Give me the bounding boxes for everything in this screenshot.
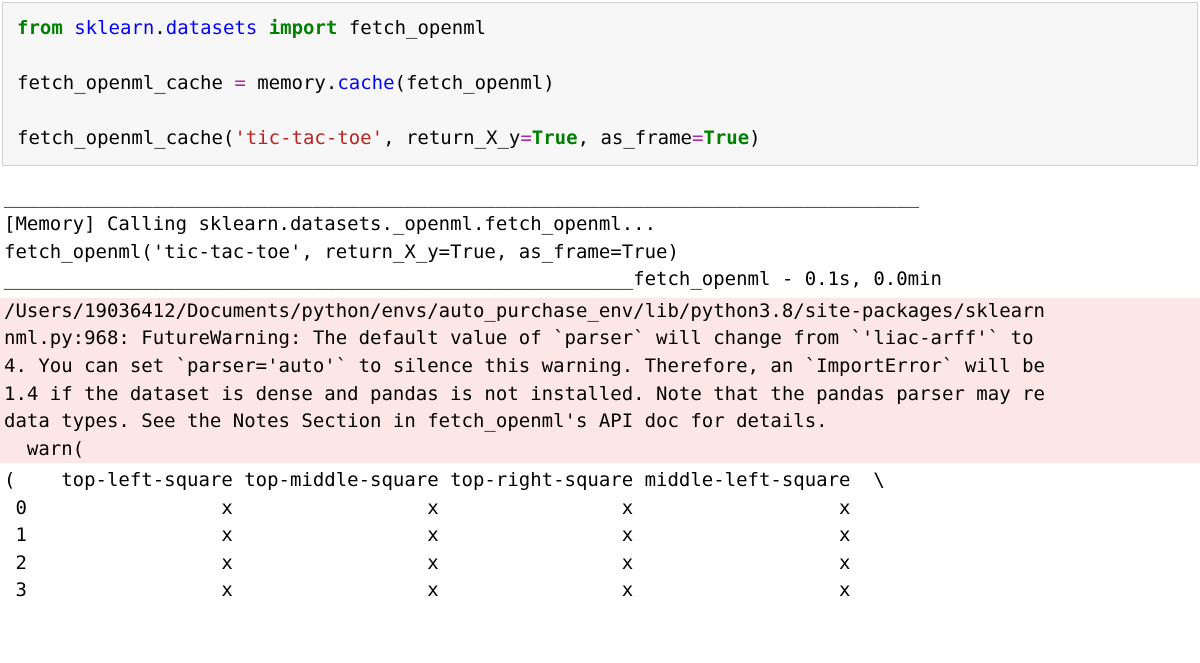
call-repr-line: fetch_openml('tic-tac-toe', return_X_y=T… xyxy=(4,241,679,263)
keyword-import: import xyxy=(269,17,338,39)
table-row: 0 x x x x xyxy=(4,497,885,519)
dot: . xyxy=(154,17,165,39)
space xyxy=(337,17,348,39)
lhs: fetch_openml_cache xyxy=(17,72,234,94)
call-rest: (fetch_openml) xyxy=(395,72,555,94)
operator-eq: = xyxy=(234,72,245,94)
dot: . xyxy=(326,72,337,94)
call-open: fetch_openml_cache( xyxy=(17,127,234,149)
stdout-output: ________________________________________… xyxy=(0,184,1200,294)
warning-line: 1.4 if the dataset is dense and pandas i… xyxy=(4,383,1045,405)
timing-rule-line: ________________________________________… xyxy=(4,268,942,290)
table-row: 3 x x x x xyxy=(4,579,885,601)
operator-eq: = xyxy=(520,127,531,149)
memory-log-line: [Memory] Calling sklearn.datasets._openm… xyxy=(4,213,656,235)
warning-line: 4. You can set `parser='auto'` to silenc… xyxy=(4,355,1045,377)
sep: , return_X_y xyxy=(383,127,520,149)
warning-line: nml.py:968: FutureWarning: The default v… xyxy=(4,327,1045,349)
space xyxy=(257,17,268,39)
dataframe-header: ( top-left-square top-middle-square top-… xyxy=(4,469,885,491)
true-literal: True xyxy=(532,127,578,149)
stderr-warning: /Users/19036412/Documents/python/envs/au… xyxy=(0,298,1200,463)
sep: , as_frame xyxy=(578,127,692,149)
warning-line: /Users/19036412/Documents/python/envs/au… xyxy=(4,300,1045,322)
module-datasets: datasets xyxy=(166,17,258,39)
warning-line: data types. See the Notes Section in fet… xyxy=(4,410,828,432)
call-close: ) xyxy=(749,127,760,149)
true-literal: True xyxy=(703,127,749,149)
import-name: fetch_openml xyxy=(349,17,486,39)
rhs-obj: memory xyxy=(246,72,326,94)
rule-line: ________________________________________… xyxy=(4,186,919,208)
keyword-from: from xyxy=(17,17,63,39)
string-arg: 'tic-tac-toe' xyxy=(234,127,383,149)
table-row: 1 x x x x xyxy=(4,524,885,546)
space xyxy=(63,17,74,39)
module-sklearn: sklearn xyxy=(74,17,154,39)
result-output: ( top-left-square top-middle-square top-… xyxy=(0,467,1200,605)
table-row: 2 x x x x xyxy=(4,552,885,574)
operator-eq: = xyxy=(692,127,703,149)
code-input-cell: from sklearn.datasets import fetch_openm… xyxy=(2,2,1198,166)
method-cache: cache xyxy=(337,72,394,94)
warning-line: warn( xyxy=(4,438,84,460)
